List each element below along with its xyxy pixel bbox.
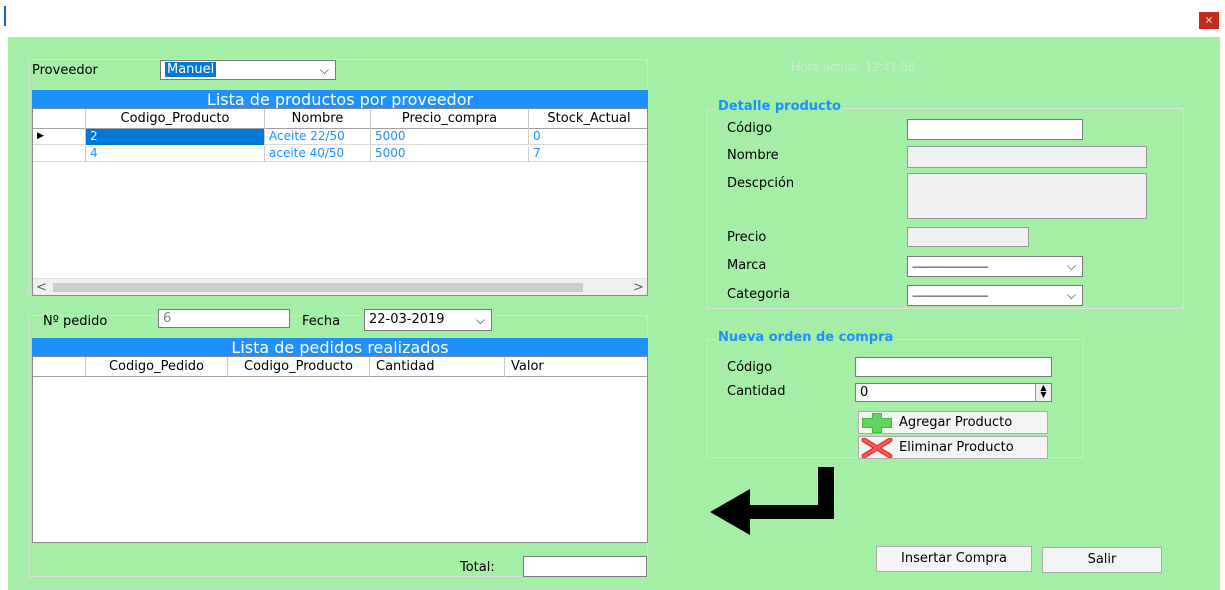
cell-nombre[interactable]: Aceite 22/50 [265, 129, 371, 145]
chevron-down-icon: ⌵ [1066, 259, 1076, 273]
row-header-corner [33, 109, 86, 129]
row-header [33, 146, 86, 162]
fecha-value: 22-03-2019 [369, 312, 445, 327]
pedidos-grid[interactable]: Codigo_Pedido Codigo_Producto Cantidad V… [32, 356, 648, 543]
total-label: Total: [460, 560, 495, 575]
agregar-producto-label: Agregar Producto [899, 415, 1013, 430]
cell-nombre[interactable]: aceite 40/50 [265, 146, 371, 162]
scroll-left-arrow[interactable]: < [33, 279, 50, 295]
pedidos-caption: Lista de pedidos realizados [32, 338, 648, 357]
col-codigo-pedido[interactable]: Codigo_Pedido [86, 357, 228, 377]
chevron-down-icon: ⌵ [1066, 288, 1076, 302]
cell-precio[interactable]: 5000 [371, 129, 529, 145]
total-field[interactable] [523, 556, 647, 577]
col-valor[interactable]: Valor [505, 357, 647, 377]
proveedor-value: Manuel [165, 62, 217, 77]
orden-codigo-label: Código [727, 360, 773, 375]
proveedor-select[interactable]: Manuel ⌵ [160, 60, 336, 80]
pedidos-grid-header: Codigo_Pedido Codigo_Producto Cantidad V… [33, 357, 647, 377]
detalle-precio-input[interactable] [907, 227, 1029, 247]
scroll-right-arrow[interactable]: > [630, 279, 647, 295]
marca-value: ----------------------------- [912, 262, 989, 273]
eliminar-producto-button[interactable]: Eliminar Producto [858, 436, 1048, 459]
eliminar-producto-label: Eliminar Producto [899, 440, 1014, 455]
agregar-producto-button[interactable]: Agregar Producto [858, 411, 1048, 434]
col-stock-actual[interactable]: Stock_Actual [529, 109, 647, 129]
col-cantidad[interactable]: Cantidad [370, 357, 505, 377]
salir-button[interactable]: Salir [1042, 547, 1162, 573]
form-client-area: Proveedor Manuel ⌵ Hora actual: 12:41:58… [8, 37, 1220, 590]
fecha-label: Fecha [302, 314, 341, 329]
numero-pedido-label: Nº pedido [43, 314, 108, 329]
cell-stock[interactable]: 7 [529, 146, 647, 162]
productos-grid-header: Codigo_Producto Nombre Precio_compra Sto… [33, 109, 647, 129]
chevron-down-icon: ⌵ [475, 313, 485, 327]
chevron-down-icon: ⌵ [319, 63, 329, 77]
return-arrow-icon [710, 467, 834, 535]
current-row-marker: ▶ [33, 129, 86, 145]
window-titlebar: × [0, 0, 1225, 37]
insertar-compra-button[interactable]: Insertar Compra [876, 546, 1032, 572]
detalle-descripcion-label: Descpción [727, 176, 795, 191]
detalle-categoria-label: Categoria [727, 287, 791, 302]
detalle-codigo-label: Código [727, 121, 773, 136]
cell-codigo[interactable]: 2 [86, 129, 265, 145]
cell-codigo[interactable]: 4 [86, 146, 265, 162]
productos-hscrollbar[interactable]: < > [33, 278, 647, 295]
salir-label: Salir [1087, 552, 1117, 567]
scroll-thumb[interactable] [53, 283, 583, 292]
x-icon [861, 438, 893, 458]
numero-pedido-input[interactable]: 6 [158, 309, 290, 328]
title-accent [4, 6, 6, 26]
col-nombre[interactable]: Nombre [265, 109, 371, 129]
stepper-arrows-icon[interactable]: ▲ ▼ [1035, 384, 1051, 401]
detalle-precio-label: Precio [727, 230, 767, 245]
cell-precio[interactable]: 5000 [371, 146, 529, 162]
detalle-codigo-input[interactable] [907, 119, 1083, 140]
col-precio-compra[interactable]: Precio_compra [371, 109, 529, 129]
table-row[interactable]: 4 aceite 40/50 5000 7 [33, 146, 647, 162]
orden-cantidad-label: Cantidad [727, 384, 786, 399]
categoria-value: ----------------------------- [912, 291, 989, 302]
detalle-nombre-label: Nombre [727, 148, 779, 163]
detalle-title: Detalle producto [716, 99, 843, 114]
table-row[interactable]: ▶ 2 Aceite 22/50 5000 0 [33, 129, 647, 145]
plus-icon [862, 413, 892, 433]
detalle-categoria-select[interactable]: ----------------------------- ⌵ [907, 285, 1083, 306]
col-codigo-producto[interactable]: Codigo_Producto [86, 109, 265, 129]
detalle-descripcion-textarea[interactable] [907, 173, 1147, 219]
orden-title: Nueva orden de compra [716, 330, 896, 345]
detalle-nombre-input[interactable] [907, 146, 1147, 168]
cantidad-value: 0 [860, 385, 869, 400]
close-button[interactable]: × [1199, 12, 1219, 29]
orden-cantidad-stepper[interactable]: 0 ▲ ▼ [855, 383, 1052, 402]
hora-actual: Hora actual: 12:41:58 [791, 59, 916, 74]
col-codigo-producto[interactable]: Codigo_Producto [228, 357, 370, 377]
fecha-datepicker[interactable]: 22-03-2019 ⌵ [364, 309, 492, 331]
insertar-compra-label: Insertar Compra [901, 551, 1007, 566]
cell-stock[interactable]: 0 [529, 129, 647, 145]
row-header-corner [33, 357, 86, 377]
detalle-marca-select[interactable]: ----------------------------- ⌵ [907, 256, 1083, 277]
orden-codigo-input[interactable] [855, 357, 1052, 377]
productos-caption: Lista de productos por proveedor [32, 90, 648, 109]
proveedor-label: Proveedor [32, 63, 98, 78]
productos-grid[interactable]: Codigo_Producto Nombre Precio_compra Sto… [32, 108, 648, 296]
detalle-marca-label: Marca [727, 258, 767, 273]
